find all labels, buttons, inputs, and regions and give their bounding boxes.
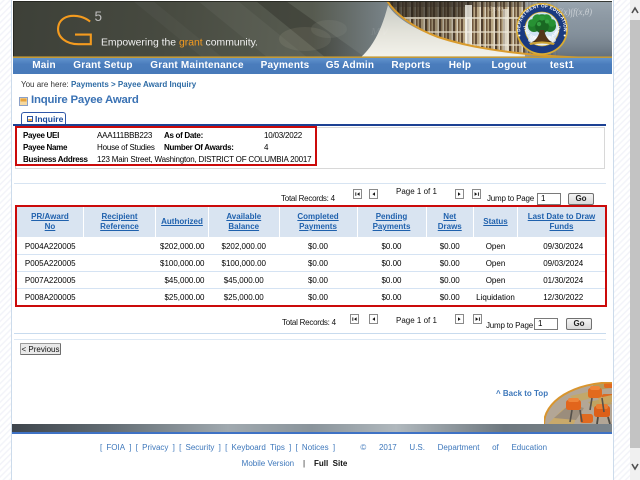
svg-text:Empowering the grant community: Empowering the grant community. [101, 38, 258, 49]
svg-text:5: 5 [95, 9, 103, 24]
svg-text:∂y/∂x: ∂y/∂x [489, 5, 505, 13]
svg-text:M∨: M∨ [370, 26, 389, 38]
